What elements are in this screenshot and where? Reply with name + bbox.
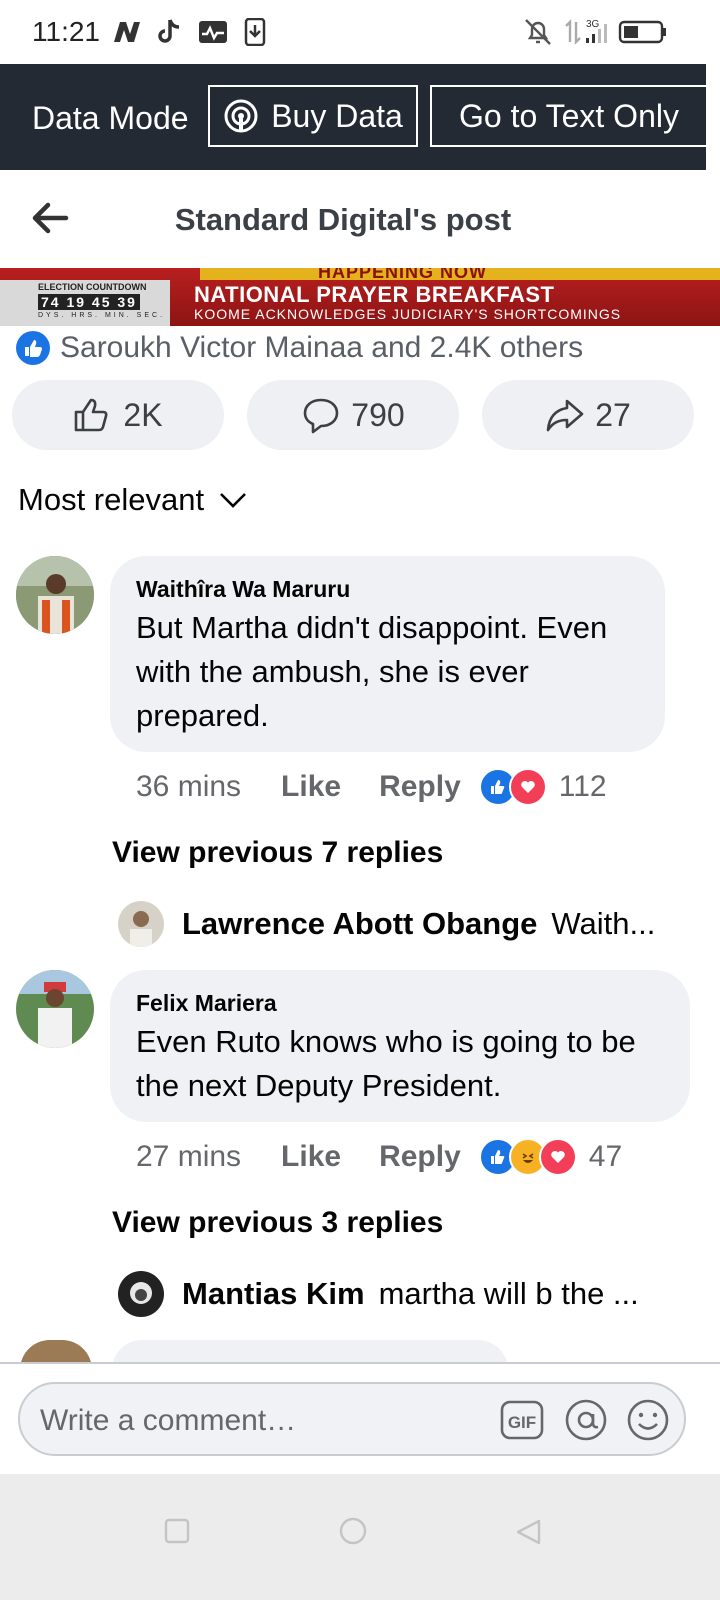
comment-text-line: Even Ruto knows who is going to be [136,1024,636,1059]
emoji-button[interactable] [626,1398,670,1442]
n-app-icon [114,22,140,42]
tiktok-icon [158,19,180,43]
countdown-values: 74 19 45 39 [38,294,140,310]
reaction-count: 47 [588,1140,623,1173]
share-arrow-icon [546,399,584,432]
download-icon [244,18,266,46]
share-count: 27 [595,396,631,433]
comment-input[interactable]: Write a comment… GIF [18,1382,686,1456]
comment-text-line: But Martha didn't disappoint. Even [136,610,608,645]
sort-label: Most relevant [18,482,205,517]
banner-subheadline: KOOME ACKNOWLEDGES JUDICIARY'S SHORTCOMI… [194,306,622,322]
at-sign-icon [565,1399,607,1441]
likes-summary[interactable]: Saroukh Victor Mainaa and 2.4K others [16,330,583,366]
battery-icon [618,20,666,44]
comment-placeholder: Write a comment… [40,1404,297,1437]
gif-label: GIF [508,1413,536,1432]
post-image[interactable]: HAPPENING NOW ELECTION COUNTDOWN 74 19 4… [0,268,720,326]
broadcast-icon [224,99,258,133]
back-triangle-icon[interactable] [514,1518,542,1546]
comment-bubble[interactable]: Felix Mariera Even Ruto knows who is goi… [110,970,690,1122]
comment-reply-button[interactable]: Reply [379,1140,461,1174]
reply-preview[interactable]: Mantias Kim martha will b the ... [118,1270,639,1318]
reply-author: Mantias Kim [182,1276,365,1311]
comment-author[interactable]: Felix Mariera [136,990,277,1017]
text-only-label: Go to Text Only [459,97,679,134]
svg-text:3G: 3G [586,19,600,30]
avatar[interactable] [16,556,94,634]
comment-text-line: prepared. [136,698,269,733]
comment-composer: Write a comment… GIF [0,1362,720,1476]
likes-summary-text: Saroukh Victor Mainaa and 2.4K others [60,331,584,364]
share-button[interactable]: 27 [482,380,694,450]
smiley-icon [627,1399,669,1441]
countdown-label: ELECTION COUNTDOWN [38,282,147,292]
view-previous-replies[interactable]: View previous 7 replies [112,836,443,870]
reply-author: Lawrence Abott Obange [182,906,538,941]
pulse-icon [199,21,227,43]
like-count: 2K [123,396,163,433]
system-icons: 3G [525,19,666,45]
comment-count: 790 [351,396,405,433]
comment-author[interactable]: Waithîra Wa Maruru [136,576,350,603]
status-bar: 11:21 3G [0,0,720,64]
status-time: 11:21 [32,16,100,47]
buy-data-label: Buy Data [271,97,403,134]
chevron-down-icon [220,493,246,508]
thumbs-up-icon [75,398,108,432]
reaction-count: 112 [558,770,607,803]
recents-square-icon[interactable] [164,1518,190,1544]
view-previous-replies[interactable]: View previous 3 replies [112,1206,443,1240]
post-header: Standard Digital's post [0,170,720,268]
love-reaction-icon [508,768,547,806]
comment-bubble[interactable]: Waithîra Wa Maruru But Martha didn't dis… [110,556,665,752]
comment-time[interactable]: 36 mins [136,770,241,804]
love-reaction-icon [538,1138,577,1176]
data-mode-bar: Data Mode Buy Data Go to Text Only [0,64,708,170]
avatar-photo [16,970,94,1048]
comment-time[interactable]: 27 mins [136,1140,241,1174]
reply-avatar [118,901,164,947]
buy-data-button[interactable]: Buy Data [208,85,418,147]
system-nav-bar [0,1474,720,1600]
page-title: Standard Digital's post [174,202,512,237]
comment-like-button[interactable]: Like [281,770,341,804]
reply-preview[interactable]: Lawrence Abott Obange Waith... [118,900,655,948]
gif-icon: GIF [500,1400,544,1440]
avatar-photo [16,556,94,634]
status-right-icons: 3G [522,16,692,46]
comment-reactions[interactable] [478,768,547,806]
comment-like-button[interactable]: Like [281,1140,341,1174]
gif-button[interactable]: GIF [500,1398,544,1442]
reply-text: martha will b the ... [378,1276,639,1311]
comment-reactions[interactable] [478,1138,577,1176]
sort-dropdown[interactable]: Most relevant [18,482,248,518]
comment-text-line: with the ambush, she is ever [136,654,529,689]
comment-bubble-icon [303,398,339,434]
banner-happening: HAPPENING NOW [318,268,488,282]
comment-text-line: the next Deputy President. [136,1068,502,1103]
home-circle-icon[interactable] [338,1516,368,1546]
avatar[interactable] [16,970,94,1048]
bell-off-icon [525,19,551,45]
data-mode-label: Data Mode [32,100,189,136]
mention-button[interactable] [564,1398,608,1442]
text-only-button[interactable]: Go to Text Only [430,85,708,147]
countdown-units: DYS. HRS. MIN. SEC. [38,312,166,319]
reply-avatar [118,1271,164,1317]
comment-reply-button[interactable]: Reply [379,770,461,804]
reply-text: Waith... [551,906,656,941]
like-button[interactable]: 2K [12,380,224,450]
like-reaction-icon [16,331,50,365]
comment-button[interactable]: 790 [247,380,459,450]
comment-meta: 36 mins Like Reply 112 [136,768,607,806]
data-arrows-icon [565,19,581,45]
banner-headline: NATIONAL PRAYER BREAKFAST [194,282,555,307]
election-countdown: ELECTION COUNTDOWN 74 19 45 39 DYS. HRS.… [0,280,170,326]
comment-meta: 27 mins Like Reply 47 [136,1138,622,1176]
